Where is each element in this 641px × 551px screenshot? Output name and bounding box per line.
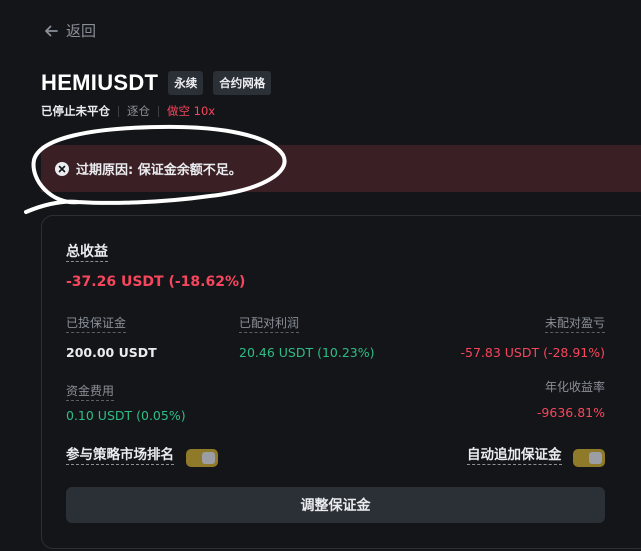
arrow-left-icon <box>45 25 58 36</box>
divider <box>118 105 119 117</box>
alert-text: 过期原因: 保证金余额不足。 <box>76 163 242 178</box>
total-profit-label[interactable]: 总收益 <box>66 243 108 262</box>
matched-profit-value: 20.46 USDT (10.23%) <box>239 345 375 360</box>
title-row: HEMIUSDT 永续 合约网格 <box>41 70 272 96</box>
expiry-alert: 过期原因: 保证金余额不足。 <box>41 145 641 192</box>
adjust-margin-button[interactable]: 调整保证金 <box>66 487 605 523</box>
invested-margin-label[interactable]: 已投保证金 <box>66 316 127 333</box>
margin-mode: 逐仓 <box>127 104 150 118</box>
tag-perpetual: 永续 <box>168 71 204 95</box>
unmatched-pnl-value: -57.83 USDT (-28.91%) <box>460 345 605 360</box>
close-circle-icon <box>55 161 69 176</box>
unmatched-pnl-label[interactable]: 未配对盈亏 <box>544 316 605 333</box>
auto-add-margin-toggle[interactable] <box>573 449 605 467</box>
direction-badge: 做空 10x <box>167 104 216 118</box>
strategy-ranking-toggle[interactable] <box>186 449 218 467</box>
tag-futures-grid: 合约网格 <box>213 71 272 95</box>
total-profit-value: -37.26 USDT (-18.62%) <box>66 274 246 290</box>
back-link[interactable]: 返回 <box>42 20 96 41</box>
matched-profit-label[interactable]: 已配对利润 <box>239 316 300 333</box>
funding-fee-value: 0.10 USDT (0.05%) <box>66 408 186 423</box>
apr-label: 年化收益率 <box>544 380 605 394</box>
funding-fee-label[interactable]: 资金费用 <box>66 384 115 401</box>
page-title: HEMIUSDT <box>41 70 159 95</box>
divider <box>158 105 159 117</box>
invested-margin-value: 200.00 USDT <box>66 345 157 360</box>
strategy-ranking-label[interactable]: 参与策略市场排名 <box>66 446 174 465</box>
meta-row: 已停止未平仓 逐仓 做空 10x <box>41 103 215 119</box>
auto-add-margin-label[interactable]: 自动追加保证金 <box>467 446 562 465</box>
status-text: 已停止未平仓 <box>41 104 110 118</box>
apr-value: -9636.81% <box>536 405 605 420</box>
back-label: 返回 <box>66 22 97 40</box>
